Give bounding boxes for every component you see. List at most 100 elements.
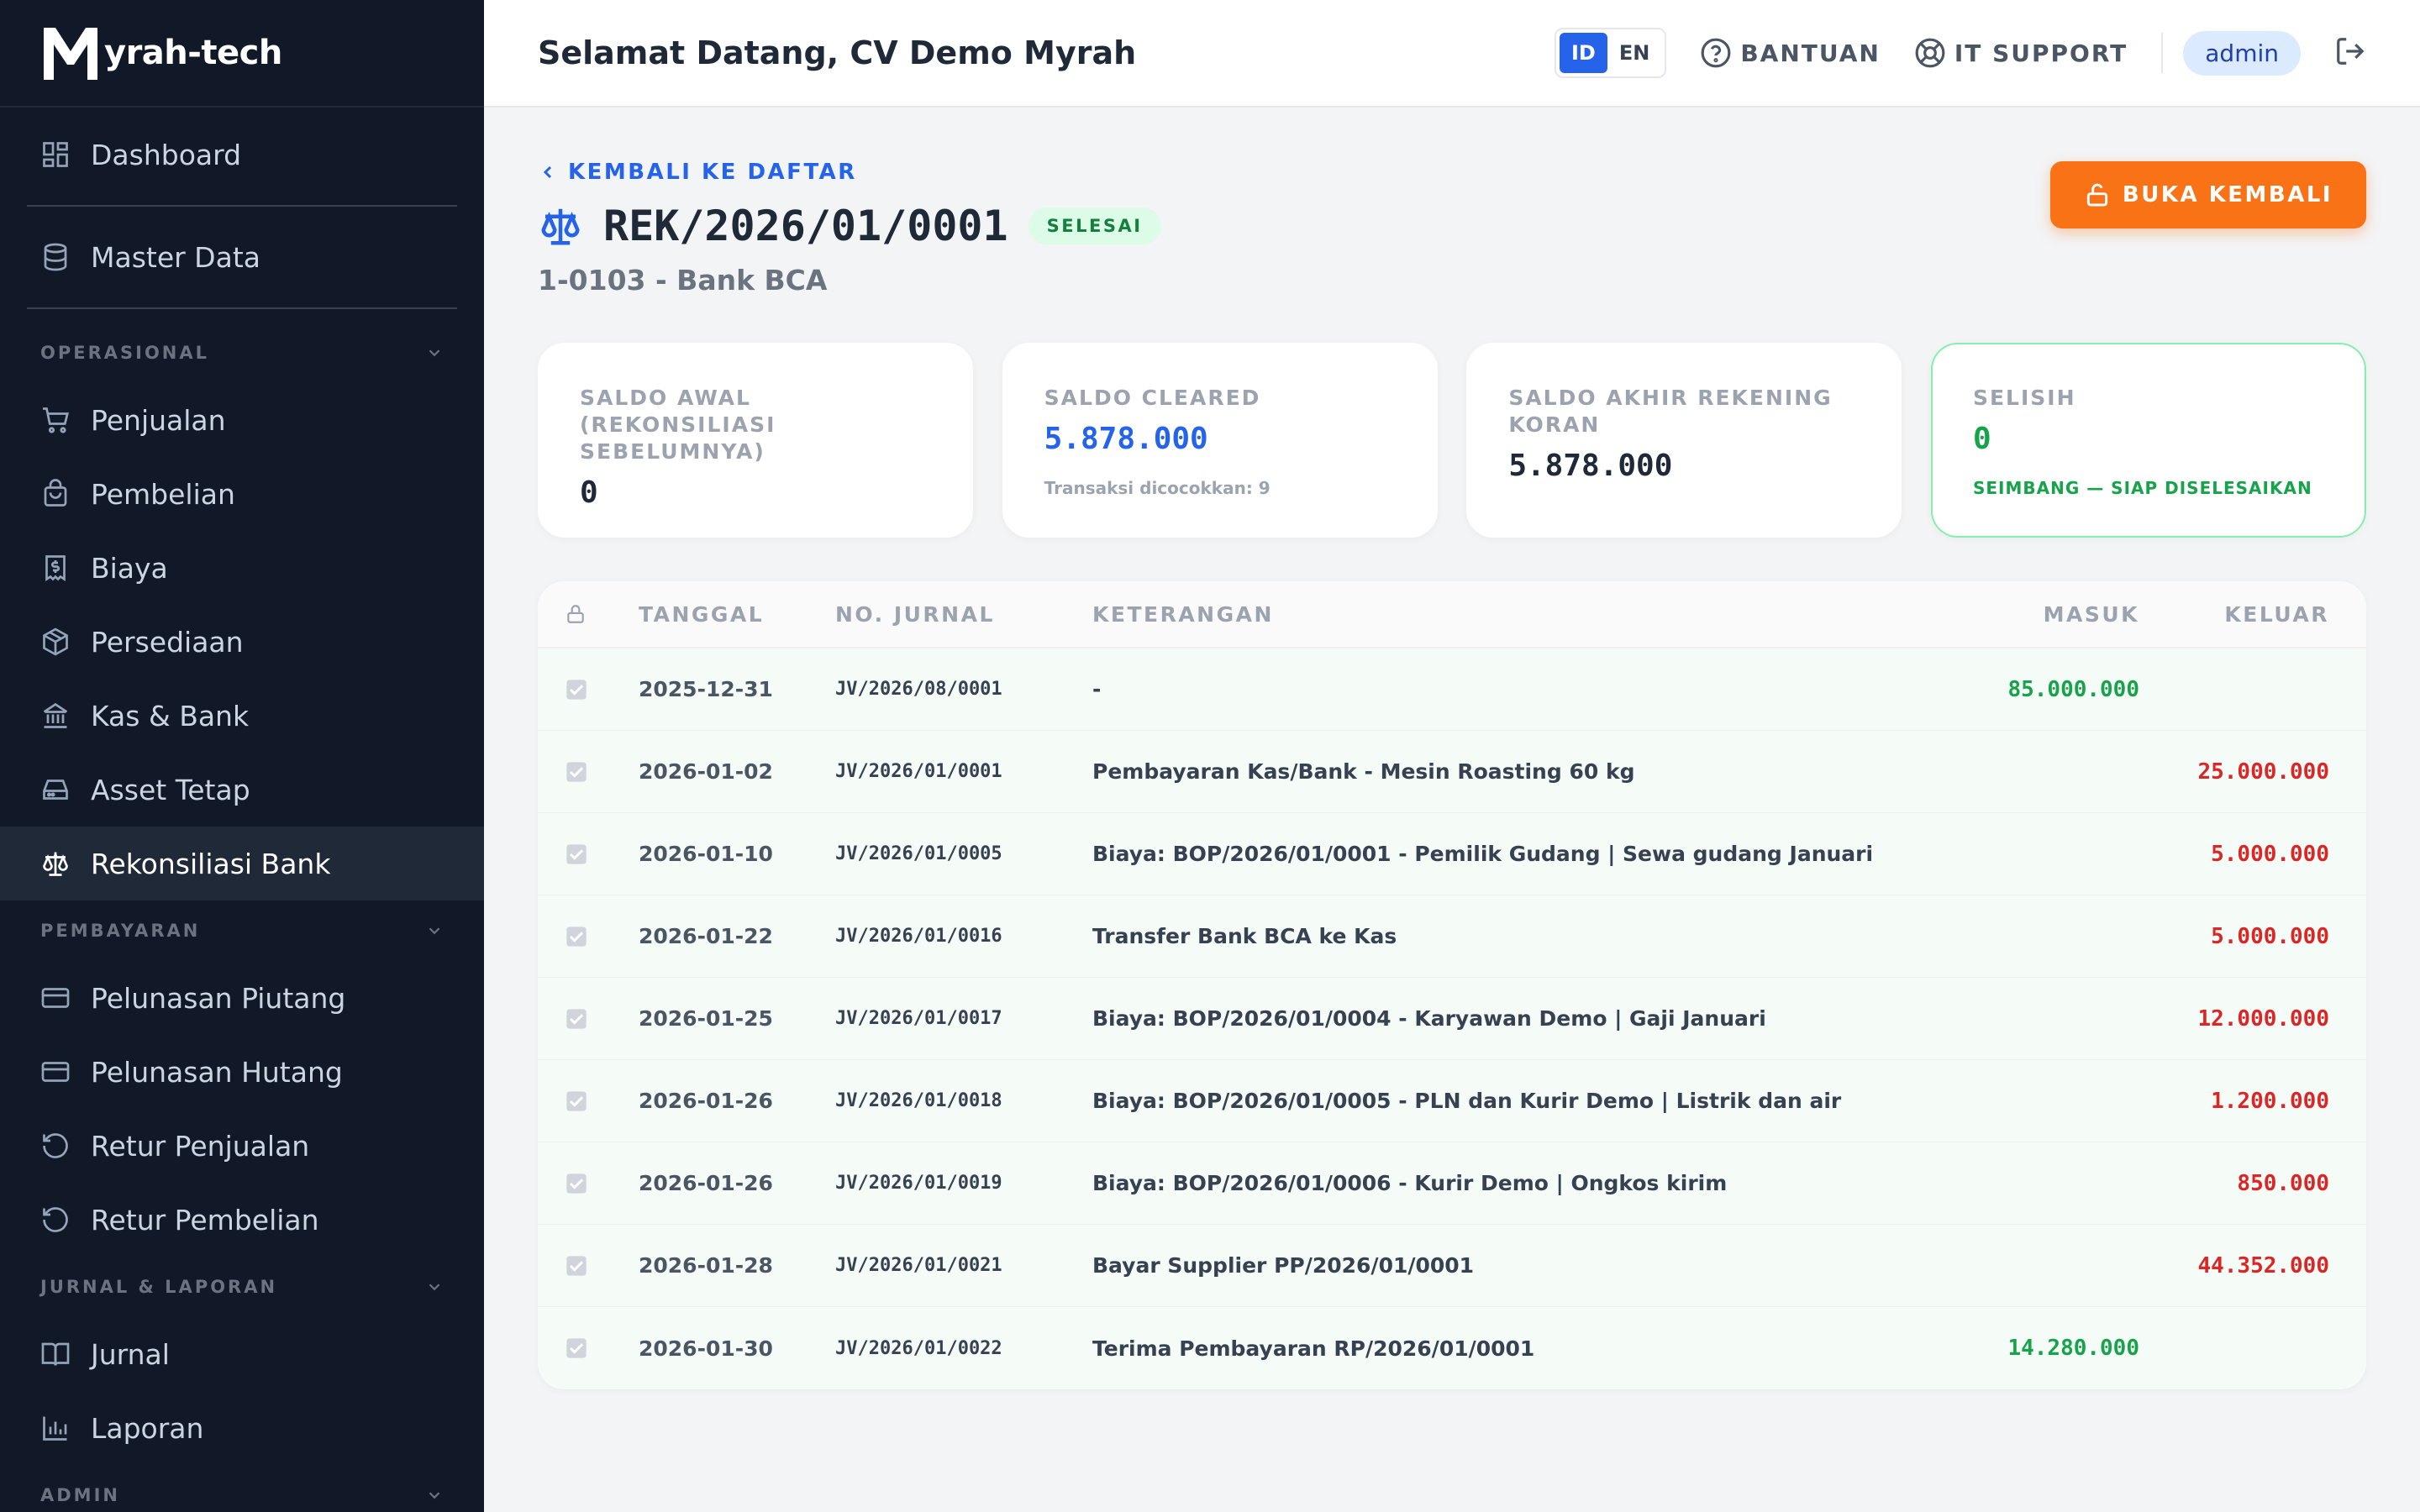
sidebar-item-asset-tetap[interactable]: Asset Tetap xyxy=(0,753,484,827)
card-saldo-cleared: SALDO CLEARED 5.878.000 Transaksi dicoco… xyxy=(1002,343,1438,538)
sidebar-item-dashboard[interactable]: Dashboard xyxy=(0,118,484,192)
it-support-label: IT SUPPORT xyxy=(1954,39,2128,67)
table-row[interactable]: 2026-01-26 JV/2026/01/0018 Biaya: BOP/2026… xyxy=(538,1060,2366,1142)
cell-description: Biaya: BOP/2026/01/0006 - Kurir Demo | O… xyxy=(1092,1171,1728,1195)
section-admin[interactable]: ADMIN xyxy=(0,1465,484,1512)
cell-journal[interactable]: JV/2026/01/0005 xyxy=(835,843,1092,864)
sidebar-item-label: Asset Tetap xyxy=(91,773,250,806)
sidebar-item-jurnal[interactable]: Jurnal xyxy=(0,1317,484,1391)
checkbox-checked-icon xyxy=(566,1255,587,1276)
sidebar-item-pelunasan-piutang[interactable]: Pelunasan Piutang xyxy=(0,961,484,1035)
checkbox-checked-icon xyxy=(566,1008,587,1029)
chevron-down-icon xyxy=(429,349,440,357)
receipt-icon xyxy=(45,555,66,582)
sidebar-item-biaya[interactable]: Biaya xyxy=(0,531,484,605)
cell-date: 2025-12-31 xyxy=(639,677,773,701)
unlock-icon xyxy=(2086,183,2108,207)
table-body: 2025-12-31 JV/2026/08/0001- 85.000.000 2026… xyxy=(538,648,2366,1389)
sidebar-item-label: Master Data xyxy=(91,240,260,274)
cell-journal[interactable]: JV/2026/01/0019 xyxy=(835,1173,1092,1194)
section-pembayaran[interactable]: PEMBAYARAN xyxy=(0,900,484,961)
table-row[interactable]: 2026-01-10 JV/2026/01/0005 Biaya: BOP/2026… xyxy=(538,813,2366,895)
row-checkbox[interactable] xyxy=(538,1254,639,1278)
sidebar-item-retur-pembelian[interactable]: Retur Pembelian xyxy=(0,1183,484,1257)
cell-date: 2026-01-22 xyxy=(639,924,773,948)
table-row[interactable]: 2026-01-02 JV/2026/01/0001 Pembayaran Kas/… xyxy=(538,731,2366,813)
topbar: Selamat Datang, CV Demo Myrah ID EN BANT… xyxy=(484,0,2420,108)
row-checkbox[interactable] xyxy=(538,843,639,866)
sidebar-item-label: Retur Pembelian xyxy=(91,1203,319,1236)
divider xyxy=(2161,33,2164,73)
sidebar-item-retur-penjualan[interactable]: Retur Penjualan xyxy=(0,1109,484,1183)
section-title: OPERASIONAL xyxy=(40,343,210,363)
sidebar-item-rekonsiliasi-bank[interactable]: Rekonsiliasi Bank xyxy=(0,827,484,900)
cell-out: 5.000.000 xyxy=(2211,923,2329,949)
sidebar-item-kas-bank[interactable]: Kas & Bank xyxy=(0,679,484,753)
checkbox-checked-icon xyxy=(566,1090,587,1111)
cell-journal[interactable]: JV/2026/01/0001 xyxy=(835,761,1092,782)
cell-journal[interactable]: JV/2026/08/0001 xyxy=(835,679,1092,700)
cell-description: Pembayaran Kas/Bank - Mesin Roasting 60 … xyxy=(1092,759,1635,784)
help-circle-icon xyxy=(1701,38,1731,68)
section-title: ADMIN xyxy=(40,1485,120,1505)
sidebar-item-pembelian[interactable]: Pembelian xyxy=(0,457,484,531)
user-badge[interactable]: admin xyxy=(2183,30,2301,76)
section-title: JURNAL & LAPORAN xyxy=(40,1277,278,1297)
logout-icon xyxy=(2337,38,2365,65)
sidebar-item-label: Pembelian xyxy=(91,477,235,511)
row-checkbox[interactable] xyxy=(538,925,639,948)
table-row[interactable]: 2026-01-22 JV/2026/01/0016 Transfer Bank B… xyxy=(538,895,2366,978)
help-link[interactable]: BANTUAN xyxy=(1700,37,1881,69)
row-checkbox[interactable] xyxy=(538,760,639,784)
back-to-list-link[interactable]: KEMBALI KE DAFTAR xyxy=(538,160,857,185)
back-label: KEMBALI KE DAFTAR xyxy=(568,160,857,185)
table-row[interactable]: 2026-01-26 JV/2026/01/0019 Biaya: BOP/2026… xyxy=(538,1142,2366,1225)
cell-journal[interactable]: JV/2026/01/0016 xyxy=(835,926,1092,947)
bar-chart-icon xyxy=(43,1416,67,1441)
sidebar-item-penjualan[interactable]: Penjualan xyxy=(0,383,484,457)
sidebar-item-persediaan[interactable]: Persediaan xyxy=(0,605,484,679)
reopen-button[interactable]: BUKA KEMBALI xyxy=(2050,161,2366,228)
section-jurnal-laporan[interactable]: JURNAL & LAPORAN xyxy=(0,1257,484,1317)
header-in: MASUK xyxy=(2043,601,2139,627)
scale-icon xyxy=(541,208,580,245)
cell-in: 14.280.000 xyxy=(2007,1336,2139,1361)
header-description: KETERANGAN xyxy=(1092,601,1274,627)
table-row[interactable]: 2025-12-31 JV/2026/08/0001- 85.000.000 xyxy=(538,648,2366,731)
sidebar-item-label: Jurnal xyxy=(91,1337,170,1371)
cell-journal[interactable]: JV/2026/01/0018 xyxy=(835,1090,1092,1111)
divider xyxy=(27,307,457,309)
table-row[interactable]: 2026-01-25 JV/2026/01/0017 Biaya: BOP/2026… xyxy=(538,978,2366,1060)
cell-description: Biaya: BOP/2026/01/0001 - Pemilik Gudang… xyxy=(1092,842,1874,866)
lang-en-button[interactable]: EN xyxy=(1607,33,1661,73)
section-operasional[interactable]: OPERASIONAL xyxy=(0,323,484,383)
card-value: 0 xyxy=(580,475,598,510)
row-checkbox[interactable] xyxy=(538,1089,639,1113)
it-support-link[interactable]: IT SUPPORT xyxy=(1914,37,2128,69)
lifebuoy-icon xyxy=(1915,38,1945,68)
table-row[interactable]: 2026-01-30 JV/2026/01/0022 Terima Pembayar… xyxy=(538,1307,2366,1389)
card-label: SALDO AKHIR REKENING KORAN xyxy=(1508,386,1833,437)
sidebar-item-master-data[interactable]: Master Data xyxy=(0,220,484,294)
page-title: REK/2026/01/0001 xyxy=(603,202,1008,250)
row-checkbox[interactable] xyxy=(538,1007,639,1031)
brand[interactable]: yrah-tech xyxy=(0,0,484,108)
cell-description: Biaya: BOP/2026/01/0005 - PLN dan Kurir … xyxy=(1092,1089,1842,1113)
rotate-ccw-icon xyxy=(43,1133,68,1158)
table-row[interactable]: 2026-01-28 JV/2026/01/0021 Bayar Supplier … xyxy=(538,1225,2366,1307)
cell-journal[interactable]: JV/2026/01/0021 xyxy=(835,1255,1092,1276)
cell-journal[interactable]: JV/2026/01/0017 xyxy=(835,1008,1092,1029)
sidebar-item-pelunasan-hutang[interactable]: Pelunasan Hutang xyxy=(0,1035,484,1109)
checkbox-checked-icon xyxy=(566,761,587,782)
lang-id-button[interactable]: ID xyxy=(1559,33,1607,73)
row-checkbox[interactable] xyxy=(538,1336,639,1360)
sidebar-item-laporan[interactable]: Laporan xyxy=(0,1391,484,1465)
row-checkbox[interactable] xyxy=(538,678,639,701)
row-checkbox[interactable] xyxy=(538,1172,639,1195)
reopen-label: BUKA KEMBALI xyxy=(2122,182,2333,207)
table-header: TANGGAL NO. JURNAL KETERANGAN MASUK KELU… xyxy=(538,581,2366,648)
cell-out: 5.000.000 xyxy=(2211,841,2329,867)
cell-journal[interactable]: JV/2026/01/0022 xyxy=(835,1338,1092,1359)
cell-date: 2026-01-28 xyxy=(639,1253,773,1278)
logout-button[interactable] xyxy=(2334,35,2366,71)
